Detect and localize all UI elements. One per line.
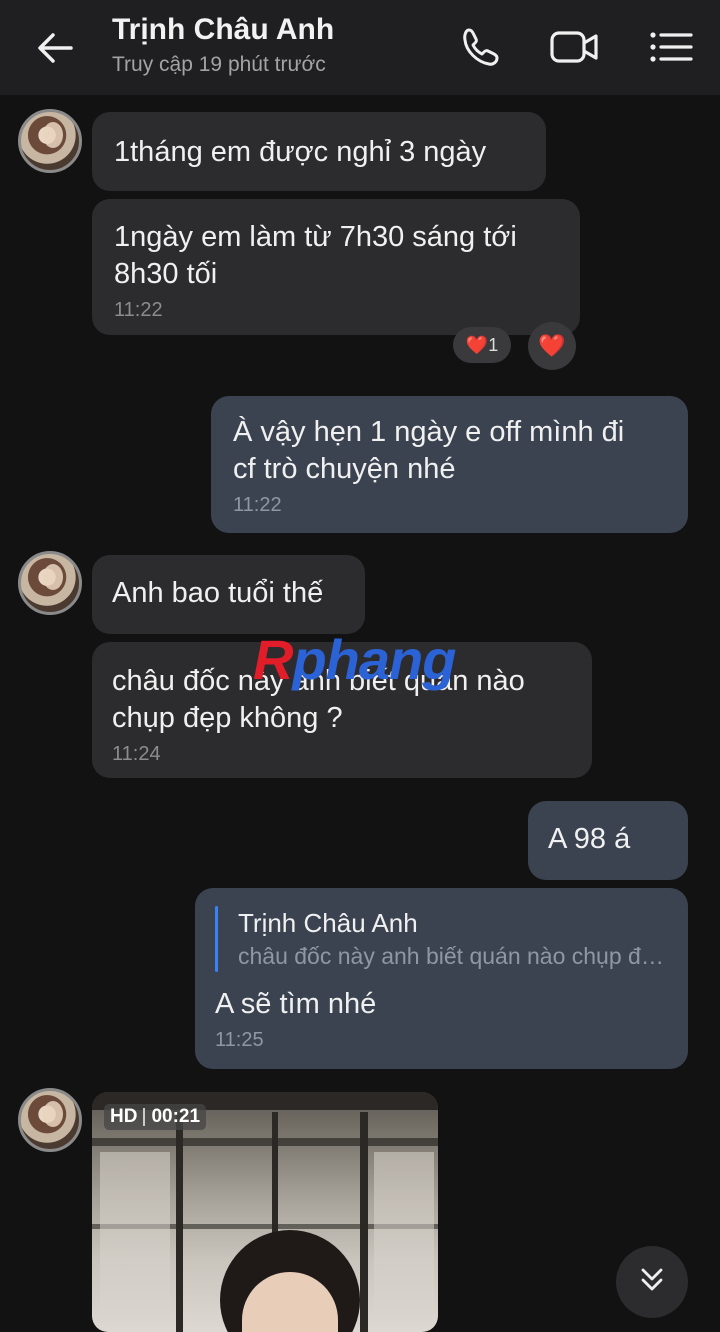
back-arrow-icon[interactable]	[30, 26, 80, 70]
message-time: 11:25	[215, 1029, 264, 1051]
video-call-icon[interactable]	[548, 22, 602, 72]
message-time: 11:24	[112, 743, 161, 765]
contact-status: Truy cập 19 phút trước	[112, 53, 326, 76]
video-duration-badge: HD 00:21	[104, 1104, 207, 1130]
message-bubble-incoming[interactable]: châu đốc này anh biết quán nào chụp đẹp …	[92, 642, 592, 778]
menu-list-icon[interactable]	[644, 22, 698, 72]
message-text: Anh bao tuổi thế	[112, 577, 324, 609]
double-chevron-down-icon	[637, 1265, 667, 1300]
message-bubble-outgoing[interactable]: A 98 á	[528, 801, 688, 880]
contact-info[interactable]: Trịnh Châu Anh Truy cập 19 phút trước	[112, 12, 334, 80]
message-bubble-incoming[interactable]: 1tháng em được nghỉ 3 ngày	[92, 112, 546, 191]
heart-icon: ❤️	[538, 333, 566, 358]
quoted-message[interactable]: Trịnh Châu Anh châu đốc này anh biết quá…	[215, 906, 668, 972]
message-text: 1ngày em làm từ 7h30 sáng tới 8h30 tối	[114, 221, 517, 290]
video-message[interactable]: HD 00:21	[92, 1092, 438, 1332]
message-time: 11:22	[114, 299, 163, 321]
message-text: A sẽ tìm nhé	[215, 988, 377, 1020]
chat-header: Trịnh Châu Anh Truy cập 19 phút trước	[0, 0, 720, 95]
scroll-to-bottom-button[interactable]	[616, 1246, 688, 1318]
message-bubble-incoming[interactable]: 1ngày em làm từ 7h30 sáng tới 8h30 tối 1…	[92, 199, 580, 335]
quoted-sender: Trịnh Châu Anh	[238, 908, 418, 938]
message-bubble-incoming[interactable]: Anh bao tuổi thế	[92, 555, 365, 634]
react-heart-button[interactable]: ❤️	[528, 322, 576, 370]
phone-icon[interactable]	[454, 22, 508, 72]
video-quality: HD	[110, 1106, 138, 1127]
message-time: 11:22	[233, 494, 282, 516]
quote-bar	[215, 906, 218, 972]
contact-avatar[interactable]	[18, 1088, 82, 1152]
reaction-count: 1	[488, 334, 499, 355]
heart-icon: ❤️	[465, 334, 489, 355]
message-text: 1tháng em được nghỉ 3 ngày	[114, 136, 487, 168]
message-bubble-outgoing-reply[interactable]: Trịnh Châu Anh châu đốc này anh biết quá…	[195, 888, 688, 1069]
contact-name: Trịnh Châu Anh	[112, 13, 335, 46]
contact-avatar[interactable]	[18, 109, 82, 173]
video-duration: 00:21	[151, 1106, 201, 1127]
reaction-count-badge[interactable]: ❤️ 1	[453, 327, 511, 363]
quoted-text: châu đốc này anh biết quán nào chụp đẹp …	[238, 943, 668, 969]
message-text: châu đốc này anh biết quán nào chụp đẹp …	[112, 665, 525, 734]
message-text: A 98 á	[548, 823, 631, 855]
message-bubble-outgoing[interactable]: À vậy hẹn 1 ngày e off mình đi cf trò ch…	[211, 396, 688, 533]
message-text: À vậy hẹn 1 ngày e off mình đi cf trò ch…	[233, 416, 625, 485]
contact-avatar[interactable]	[18, 551, 82, 615]
